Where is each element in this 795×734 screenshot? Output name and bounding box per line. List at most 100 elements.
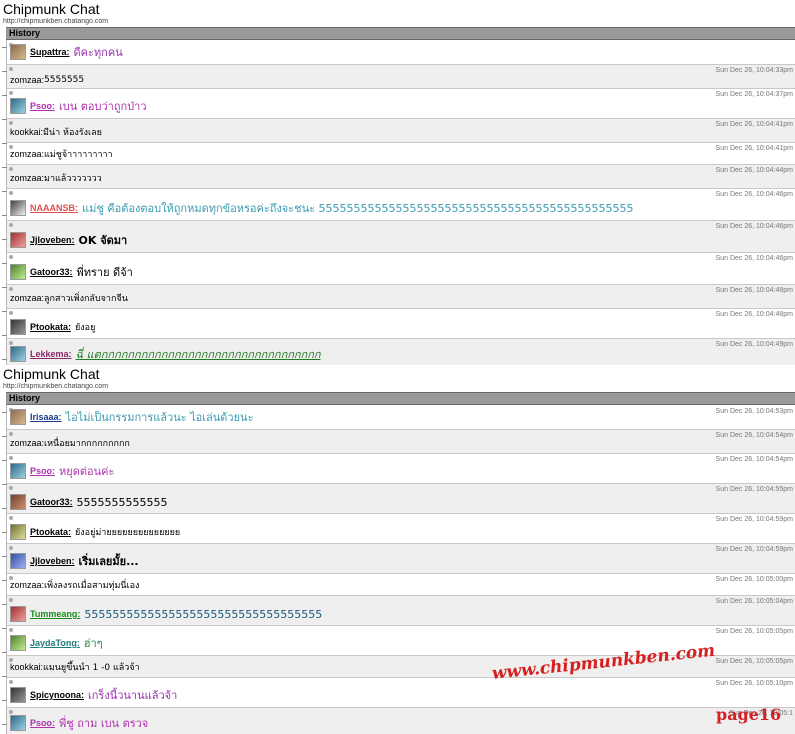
message-body: Gatoor33: 5555555555555	[10, 494, 168, 510]
message-timestamp: Sun Dec 26, 10:04:33pm	[715, 67, 793, 74]
status-dot-icon	[9, 191, 13, 195]
username-link[interactable]: Jjloveben:	[30, 235, 75, 245]
message-text: ฮ่าๆ	[83, 637, 103, 650]
message-row: Sun Dec 26, 10:04:37pm Psoo: เบน ตอบว่าถูก…	[7, 89, 795, 119]
message-body: kookkai: แมนยูขึ้นนำ 1 -0 แล้วจ้า	[10, 660, 140, 674]
avatar[interactable]	[10, 463, 26, 479]
username-link[interactable]: Irisaaa:	[30, 412, 62, 422]
avatar[interactable]	[10, 687, 26, 703]
message-row: Sun Dec 26, 10:04:49pm Lekkema: ฉี่ แตกกกก…	[7, 339, 795, 365]
message-text: OK จัดมา	[78, 234, 128, 247]
message-text: มาแล้ววววววว	[44, 174, 102, 184]
history-tab[interactable]: History	[6, 392, 795, 405]
app-url[interactable]: http://chipmunkben.chatango.com	[3, 18, 108, 25]
message-timestamp: Sun Dec 26, 10:04:54pm	[715, 432, 793, 439]
message-text: ฉี่ แตกกกกกกกกกกกกกกกกกกกกกกกกกกกกกกกกก	[75, 348, 321, 361]
message-text: ไอไม่เป็นกรรมการแล้วนะ ไอเล่นด้วยนะ	[65, 411, 254, 424]
username-link[interactable]: Lekkema:	[30, 349, 72, 359]
message-body: Lekkema: ฉี่ แตกกกกกกกกกกกกกกกกกกกกกกกกกก…	[10, 345, 321, 363]
avatar[interactable]	[10, 494, 26, 510]
message-timestamp: Sun Dec 26, 10:04:59pm	[715, 516, 793, 523]
message-text: 5555555555555	[76, 495, 168, 509]
message-text: 5555555555555555555555555555555555	[84, 607, 323, 621]
message-row: Sun Dec 26, 10:04:59pm Ptookata: ยังอยู่ม่…	[7, 514, 795, 544]
history-tab[interactable]: History	[6, 27, 795, 40]
message-body: Psoo: หยุดต่อนค่ะ	[10, 462, 114, 480]
message-row: Sun Dec 26, 10:04:54pm Psoo: หยุดต่อนค่ะ	[7, 454, 795, 484]
app-url[interactable]: http://chipmunkben.chatango.com	[3, 383, 108, 390]
username-link[interactable]: Ptookata:	[30, 322, 71, 332]
message-row: Sun Dec 26, 10:04:55pm Gatoor33: 555555555…	[7, 484, 795, 514]
status-dot-icon	[9, 680, 13, 684]
message-timestamp: Sun Dec 26, 10:04:46pm	[715, 255, 793, 262]
message-text: หยุดต่อนค่ะ	[59, 465, 115, 478]
avatar[interactable]	[10, 319, 26, 335]
username-link[interactable]: Tummeang:	[30, 609, 80, 619]
message-text: เหนื่อยมากกกกกกกกก	[44, 439, 130, 449]
message-text: แมนยูขึ้นนำ 1 -0 แล้วจ้า	[43, 663, 140, 673]
message-row: Sun Dec 26, 10:04:33pm zomzaa: 5555555	[7, 65, 795, 89]
avatar[interactable]	[10, 524, 26, 540]
username-link[interactable]: NAAANSB:	[30, 203, 78, 213]
avatar[interactable]	[10, 635, 26, 651]
message-row: Sun Dec 26, 10:04:41pm zomzaa: แม่ชูจ้าาา…	[7, 143, 795, 165]
username-link[interactable]: Spicynoona:	[30, 690, 84, 700]
message-text: ยังอยู่ม่ายยยยยยยยยยยยยย	[75, 528, 181, 538]
username-link[interactable]: Psoo:	[30, 718, 55, 728]
status-dot-icon	[9, 255, 13, 259]
message-timestamp: Sun Dec 26, 10:04:41pm	[715, 121, 793, 128]
message-row: Supattra: ดีคะทุกคน	[7, 41, 795, 65]
page-number: page16	[716, 705, 782, 724]
message-row: Sun Dec 26, 10:04:41pm kookkai: มีน่า ห้อ…	[7, 119, 795, 143]
username-link[interactable]: Gatoor33:	[30, 267, 73, 277]
message-timestamp: Sun Dec 26, 10:05:05pm	[715, 658, 793, 665]
message-text: ยังอยู	[75, 323, 96, 333]
avatar[interactable]	[10, 715, 26, 731]
username-link[interactable]: Ptookata:	[30, 527, 71, 537]
username-link[interactable]: Supattra:	[30, 47, 70, 57]
username: zomzaa:	[10, 580, 45, 590]
avatar[interactable]	[10, 232, 26, 248]
username: zomzaa:	[10, 438, 45, 448]
message-timestamp: Sun Dec 26, 10:04:46pm	[715, 191, 793, 198]
username-link[interactable]: Gatoor33:	[30, 497, 73, 507]
message-row: Sun Dec 26, 10:04:48pm zomzaa: ลูกสาวเพิ่…	[7, 285, 795, 309]
username: zomzaa:	[10, 149, 45, 159]
avatar[interactable]	[10, 346, 26, 362]
username-link[interactable]: Psoo:	[30, 101, 55, 111]
avatar[interactable]	[10, 44, 26, 60]
message-timestamp: Sun Dec 26, 10:04:49pm	[715, 341, 793, 348]
status-dot-icon	[9, 546, 13, 550]
message-body: zomzaa: แม่ชูจ้าาาาาาาาา	[10, 147, 113, 161]
message-list[interactable]: Supattra: ดีคะทุกคน Sun Dec 26, 10:04:33pm…	[7, 41, 795, 365]
avatar[interactable]	[10, 409, 26, 425]
username-link[interactable]: JaydaTong:	[30, 638, 80, 648]
message-text: แม่ชูจ้าาาาาาาาา	[44, 150, 113, 160]
message-text: 5555555	[44, 75, 85, 85]
username: kookkai:	[10, 127, 44, 137]
message-timestamp: Sun Dec 26, 10:04:48pm	[715, 311, 793, 318]
status-dot-icon	[9, 516, 13, 520]
username-link[interactable]: Psoo:	[30, 466, 55, 476]
message-list[interactable]: Sun Dec 26, 10:04:53pm Irisaaa: ไอไม่เป็นก…	[7, 406, 795, 734]
status-dot-icon	[9, 486, 13, 490]
message-timestamp: Sun Dec 26, 10:05:00pm	[715, 576, 793, 583]
message-row: Sun Dec 26, 10:05:04pm Tummeang: 555555555…	[7, 596, 795, 626]
message-body: zomzaa: เหนื่อยมากกกกกกกกก	[10, 436, 130, 450]
message-timestamp: Sun Dec 26, 10:04:41pm	[715, 145, 793, 152]
username: kookkai:	[10, 662, 44, 672]
avatar[interactable]	[10, 606, 26, 622]
message-body: zomzaa: เพิ่งลงรถเมื่อสามทุ่มนี่เอง	[10, 578, 139, 592]
message-timestamp: Sun Dec 26, 10:05:10pm	[715, 680, 793, 687]
username-link[interactable]: Jjloveben:	[30, 556, 75, 566]
message-row: Sun Dec 26, 10:04:48pm Ptookata: ยังอยู	[7, 309, 795, 339]
message-timestamp: Sun Dec 26, 10:05:05pm	[715, 628, 793, 635]
message-text: เกร็งนี้วนานแล้วจ้า	[88, 689, 178, 702]
avatar[interactable]	[10, 98, 26, 114]
avatar[interactable]	[10, 200, 26, 216]
message-row: Sun Dec 26, 10:04:44pm zomzaa: มาแล้ววววว…	[7, 165, 795, 189]
avatar[interactable]	[10, 264, 26, 280]
username: zomzaa:	[10, 293, 45, 303]
message-row: Sun Dec 26, 10:05:1 Psoo: พี่ชู ถาม เบน ตร…	[7, 708, 795, 734]
avatar[interactable]	[10, 553, 26, 569]
